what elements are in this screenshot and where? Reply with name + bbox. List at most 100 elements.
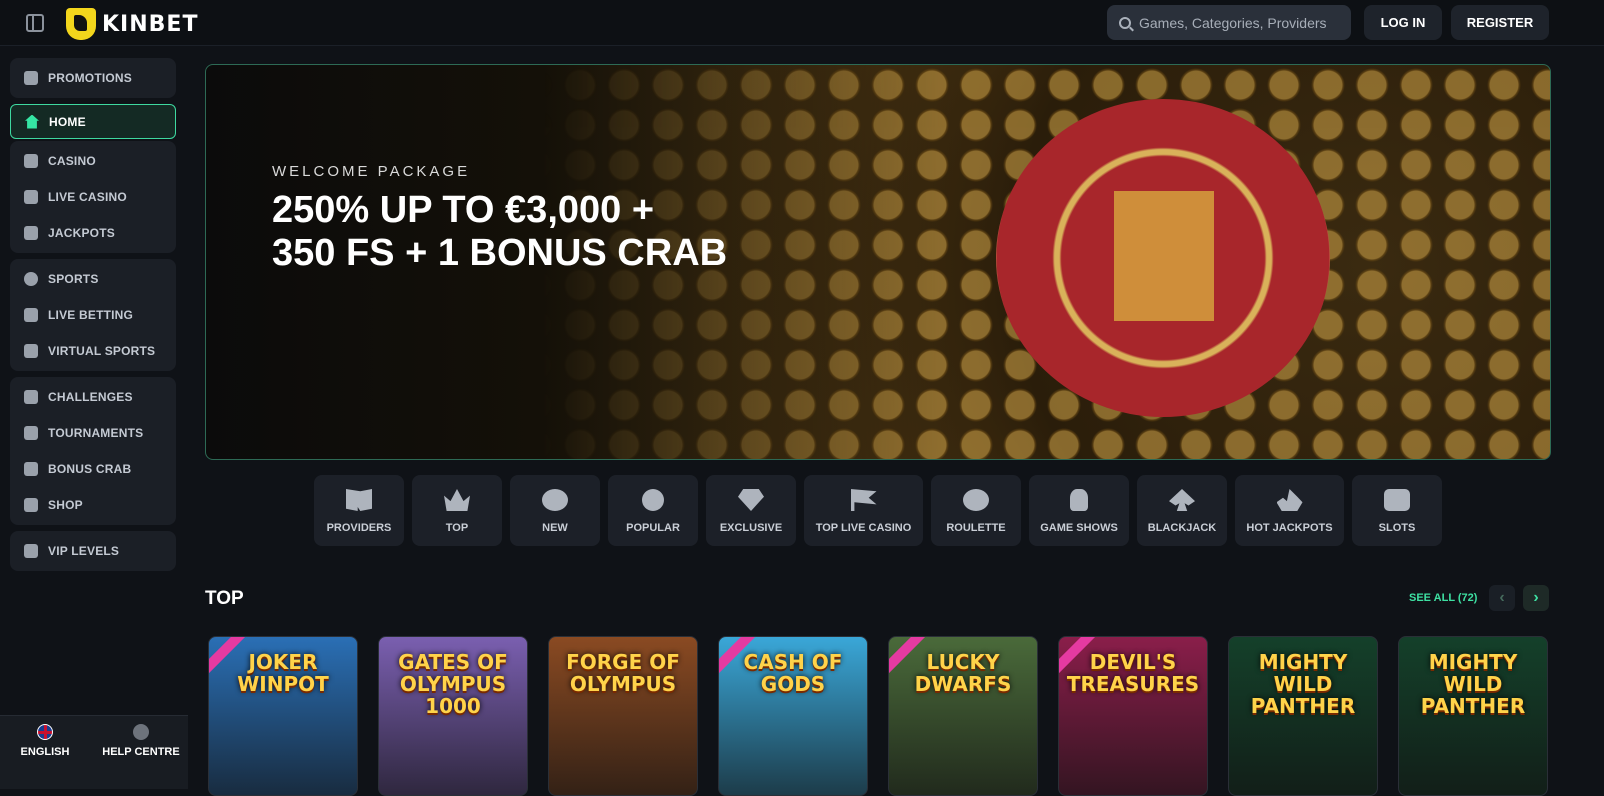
crown-icon [444, 489, 470, 511]
category-top[interactable]: TOP [412, 475, 502, 546]
language-label: ENGLISH [20, 746, 70, 758]
sidebar-item-label: LIVE CASINO [48, 190, 127, 204]
game-title: FORGE OF OLYMPUS [566, 650, 680, 696]
hero-title-line-2: 350 FS + 1 BONUS CRAB [272, 232, 728, 274]
category-exclusive[interactable]: EXCLUSIVE [706, 475, 796, 546]
carousel-prev-button[interactable]: ‹ [1489, 585, 1515, 611]
game-title: JOKER WINPOT [237, 650, 329, 696]
category-label: HOT JACKPOTS [1246, 522, 1333, 534]
sidebar-item-label: BONUS CRAB [48, 462, 132, 476]
lion-emblem-icon [1114, 191, 1214, 321]
category-slots[interactable]: SLOTS [1352, 475, 1442, 546]
badge-icon [24, 390, 38, 404]
category-game-shows[interactable]: GAME SHOWS [1029, 475, 1129, 546]
help-centre-link[interactable]: HELP CENTRE [96, 724, 186, 758]
category-roulette[interactable]: ROULETTE [931, 475, 1021, 546]
category-label: NEW [542, 522, 568, 534]
slots-icon [1384, 489, 1410, 511]
carousel-next-button[interactable]: › [1523, 585, 1549, 611]
crab-icon [24, 462, 38, 476]
sidebar-item-casino[interactable]: CASINO [10, 143, 176, 179]
search-bar[interactable] [1107, 5, 1351, 40]
game-tile[interactable]: JOKER WINPOT [208, 636, 358, 796]
help-label: HELP CENTRE [102, 746, 180, 758]
help-icon [133, 724, 149, 740]
category-hot-jackpots[interactable]: HOT JACKPOTS [1235, 475, 1344, 546]
sidebar-item-label: SPORTS [48, 272, 99, 286]
top-bar: KINBET LOG IN REGISTER [0, 0, 1604, 46]
sidebar-item-vip-levels[interactable]: VIP LEVELS [10, 533, 176, 569]
category-label: POPULAR [626, 522, 680, 534]
sidebar-item-label: JACKPOTS [48, 226, 115, 240]
sidebar-item-label: HOME [49, 114, 86, 129]
game-title: DEVIL'S TREASURES [1066, 650, 1200, 696]
sidebar-group: HOME [10, 104, 176, 139]
slot-icon [24, 154, 38, 168]
sidebar-item-live-casino[interactable]: LIVE CASINO [10, 179, 176, 215]
category-label: GAME SHOWS [1040, 522, 1118, 534]
register-button[interactable]: REGISTER [1451, 5, 1549, 40]
game-tile[interactable]: MIGHTY WILD PANTHER [1228, 636, 1378, 796]
game-tile[interactable]: LUCKY DWARFS [888, 636, 1038, 796]
game-tile[interactable]: CASH OF GODS [718, 636, 868, 796]
sidebar-item-sports[interactable]: SPORTS [10, 261, 176, 297]
category-label: SLOTS [1378, 522, 1416, 534]
flag-icon [850, 489, 877, 511]
category-bar: PROVIDERS TOP NEW POPULAR EXCLUSIVE TOP LIVE … [314, 475, 1442, 546]
chevron-right-icon: › [1533, 589, 1539, 606]
language-selector[interactable]: ENGLISH [0, 724, 90, 758]
uk-flag-icon [37, 724, 53, 740]
sidebar-item-home[interactable]: HOME [10, 104, 176, 139]
sidebar-toggle-icon[interactable] [26, 14, 44, 32]
sidebar-item-label: CASINO [48, 154, 96, 168]
cards-icon [24, 190, 38, 204]
category-providers[interactable]: PROVIDERS [314, 475, 404, 546]
category-new[interactable]: NEW [510, 475, 600, 546]
category-blackjack[interactable]: BLACKJACK [1137, 475, 1227, 546]
game-title: LUCKY DWARFS [914, 650, 1012, 696]
sidebar-item-label: PROMOTIONS [48, 71, 133, 85]
microphone-icon [1070, 489, 1088, 511]
category-label: TOP [445, 522, 469, 534]
search-icon [1119, 16, 1131, 29]
game-tile[interactable]: GATES OF OLYMPUS 1000 [378, 636, 528, 796]
monitor-icon [24, 344, 38, 358]
sidebar-group: PROMOTIONS [10, 58, 176, 98]
game-tile[interactable]: MIGHTY WILD PANTHER [1398, 636, 1548, 796]
sidebar-item-tournaments[interactable]: TOURNAMENTS [10, 415, 176, 451]
sidebar-item-label: SHOP [48, 498, 83, 512]
category-label: PROVIDERS [326, 522, 392, 534]
spade-icon [1169, 489, 1195, 511]
category-label: ROULETTE [946, 522, 1006, 534]
login-button[interactable]: LOG IN [1364, 5, 1442, 40]
game-tile[interactable]: DEVIL'S TREASURES [1058, 636, 1208, 796]
clover-icon [542, 489, 568, 511]
see-all-link[interactable]: SEE ALL (72) [1409, 592, 1477, 604]
search-input[interactable] [1139, 14, 1339, 31]
sidebar-item-live-betting[interactable]: LIVE BETTING [10, 297, 176, 333]
fire-icon [1276, 489, 1303, 511]
sidebar-item-challenges[interactable]: CHALLENGES [10, 379, 176, 415]
clover-icon [24, 226, 38, 240]
sidebar-group: SPORTS LIVE BETTING VIRTUAL SPORTS [10, 259, 176, 371]
category-label: EXCLUSIVE [719, 522, 783, 534]
category-popular[interactable]: POPULAR [608, 475, 698, 546]
sidebar-item-label: VIP LEVELS [48, 544, 120, 558]
logo[interactable]: KINBET [66, 8, 198, 40]
sidebar-group: CASINO LIVE CASINO JACKPOTS [10, 141, 176, 253]
hero-banner[interactable]: WELCOME PACKAGE 250% UP TO €3,000 + 350 … [205, 64, 1551, 460]
game-tile[interactable]: FORGE OF OLYMPUS [548, 636, 698, 796]
sidebar-item-shop[interactable]: SHOP [10, 487, 176, 523]
category-top-live-casino[interactable]: TOP LIVE CASINO [804, 475, 923, 546]
sidebar-item-jackpots[interactable]: JACKPOTS [10, 215, 176, 251]
gift-icon [24, 71, 38, 85]
home-icon [25, 114, 39, 129]
trophy-icon [24, 426, 38, 440]
sidebar-item-virtual-sports[interactable]: VIRTUAL SPORTS [10, 333, 176, 369]
sidebar-item-promotions[interactable]: PROMOTIONS [10, 60, 176, 96]
sidebar-item-bonus-crab[interactable]: BONUS CRAB [10, 451, 176, 487]
chevron-left-icon: ‹ [1499, 589, 1505, 606]
game-title: MIGHTY WILD PANTHER [1250, 650, 1356, 718]
sidebar-group: VIP LEVELS [10, 531, 176, 571]
hero-kicker: WELCOME PACKAGE [272, 163, 471, 180]
